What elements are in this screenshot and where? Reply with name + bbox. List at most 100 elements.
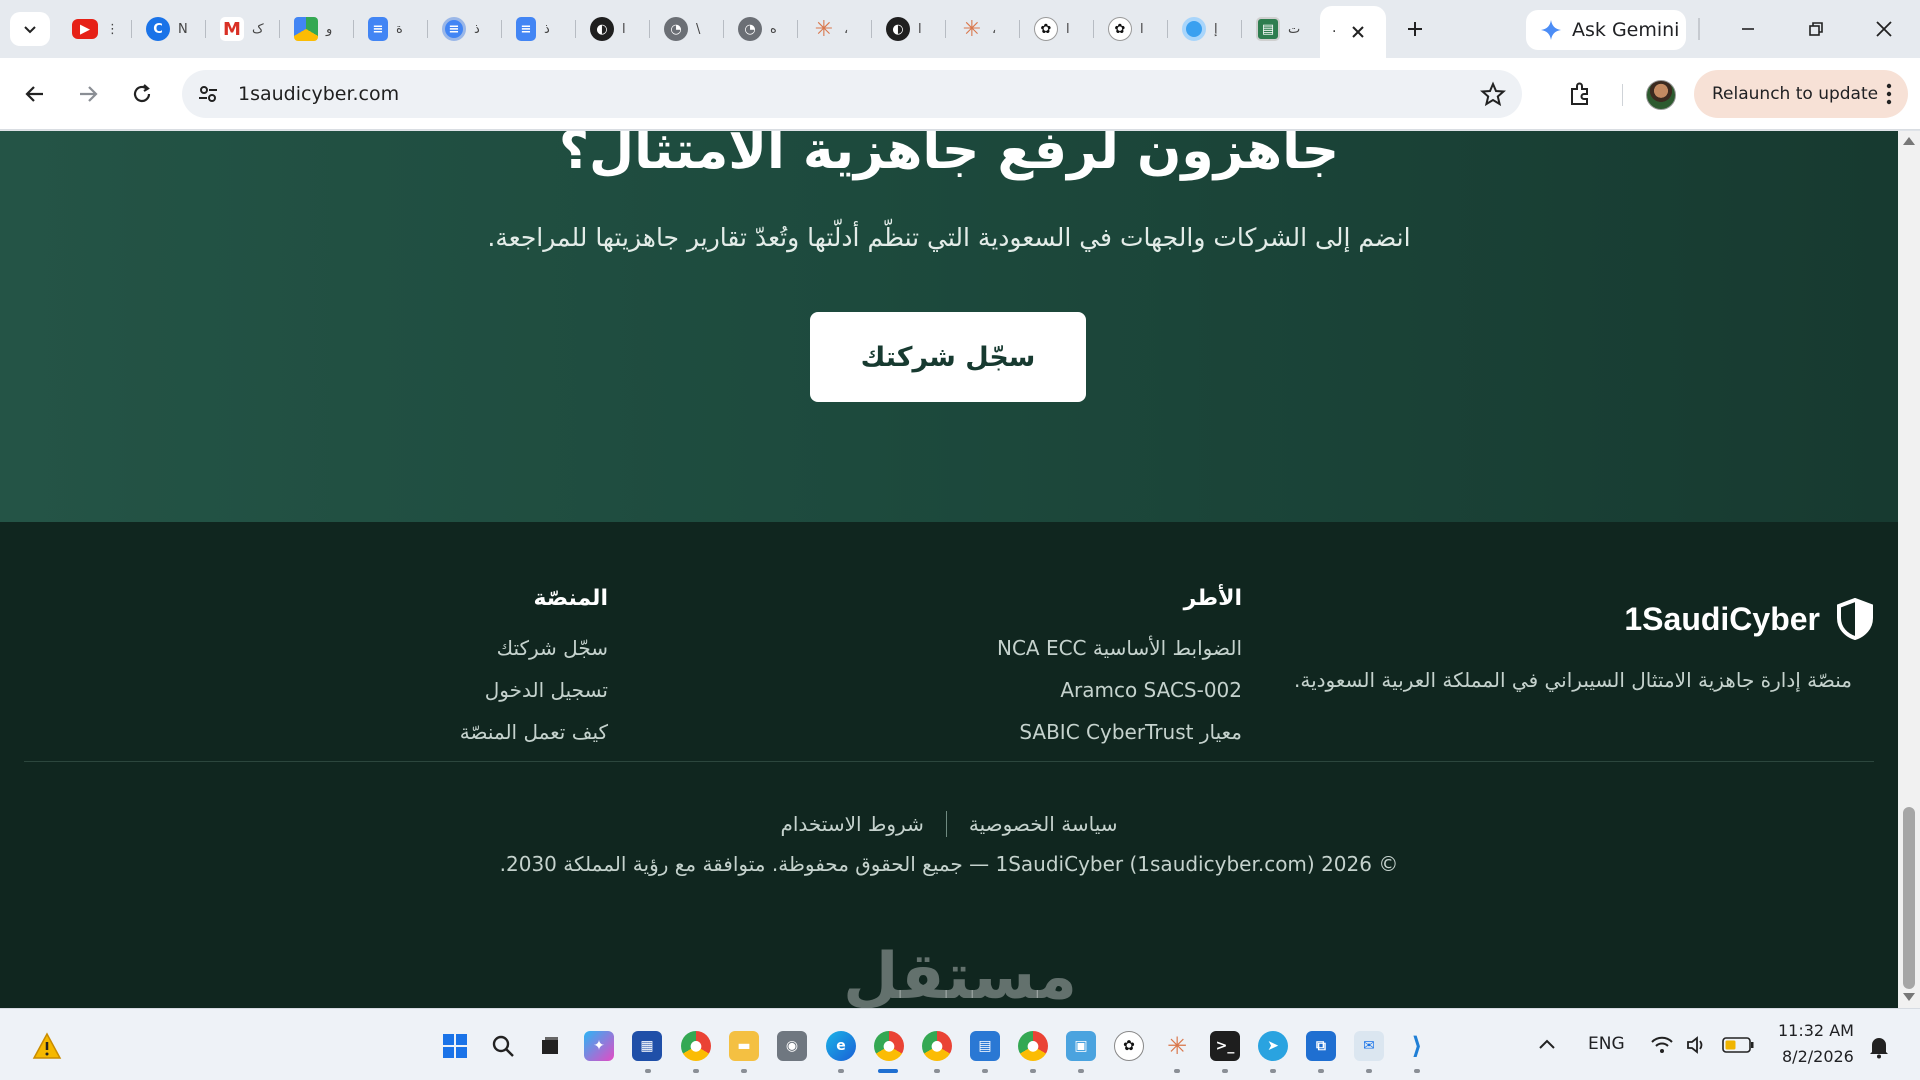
copilot-icon[interactable]: ✦: [584, 1031, 614, 1061]
tab-active-1saudicyber[interactable]: ·: [1320, 6, 1386, 58]
youtube-icon: ▶: [72, 19, 98, 39]
clock-date[interactable]: 8/2/2026: [1782, 1047, 1854, 1066]
mail-icon[interactable]: ✉: [1354, 1031, 1384, 1061]
google-docs-icon: ≡: [368, 17, 388, 41]
extensions-button[interactable]: [1562, 76, 1598, 112]
link-how-it-works[interactable]: كيف تعمل المنصّة: [460, 720, 608, 744]
link-aramco-sacs[interactable]: Aramco SACS-002: [1060, 678, 1242, 702]
new-tab-button[interactable]: [1398, 12, 1432, 46]
tab-title: ،: [992, 21, 997, 37]
tab-title: ا: [1140, 21, 1144, 37]
file-explorer-icon[interactable]: ▬: [729, 1031, 759, 1061]
tab-globe-1[interactable]: ◔ \: [654, 12, 724, 46]
profile-avatar[interactable]: [1646, 80, 1676, 110]
tab-title: ک: [252, 21, 264, 37]
notepad-icon[interactable]: ▤: [970, 1031, 1000, 1061]
weather-alert-icon[interactable]: [32, 1031, 62, 1061]
tab-youtube[interactable]: ▶ ⋮: [62, 12, 132, 46]
tab-claude-1[interactable]: ✳ ،: [802, 12, 872, 46]
link-sabic-cybertrust[interactable]: معيار SABIC CyberTrust: [1019, 720, 1242, 744]
terms-of-use-link[interactable]: شروط الاستخدام: [780, 812, 923, 836]
minimize-button[interactable]: [1726, 12, 1770, 46]
site-settings-icon[interactable]: [196, 82, 220, 106]
minimize-icon: [1742, 28, 1754, 30]
windows-start-icon[interactable]: [440, 1031, 470, 1061]
wifi-icon[interactable]: [1650, 1035, 1674, 1055]
tab-chatgpt-2[interactable]: ✿ ا: [1098, 12, 1168, 46]
tab-title: ذ: [474, 21, 480, 37]
footer-brand[interactable]: 1SaudiCyber: [1624, 598, 1874, 640]
windows-app-icon[interactable]: ⧉: [1306, 1031, 1336, 1061]
tab-title: ة: [396, 21, 403, 37]
scroll-down-arrow[interactable]: [1903, 993, 1915, 1001]
link-register-company[interactable]: سجّل شركتك: [497, 636, 608, 660]
chatgpt-icon: ✿: [1108, 17, 1132, 41]
tab-docs-1[interactable]: ≡ ة: [358, 12, 428, 46]
google-drive-icon: [294, 17, 318, 41]
privacy-policy-link[interactable]: سياسة الخصوصية: [969, 812, 1118, 836]
tab-github-2[interactable]: ◐ ا: [876, 12, 946, 46]
close-window-button[interactable]: [1862, 12, 1906, 46]
telegram-icon[interactable]: ➤: [1258, 1031, 1288, 1061]
vscode-icon[interactable]: ⟩: [1402, 1031, 1432, 1061]
back-button[interactable]: [17, 76, 53, 112]
chrome-profile-icon[interactable]: ●: [1018, 1031, 1048, 1061]
globe-icon: ◔: [738, 17, 762, 41]
task-view-icon[interactable]: [535, 1031, 565, 1061]
url-text[interactable]: 1saudicyber.com: [238, 83, 399, 105]
chrome-icon[interactable]: ●: [681, 1031, 711, 1061]
claude-icon[interactable]: ✳: [1162, 1031, 1192, 1061]
footer-tagline: منصّة إدارة جاهزية الامتثال السيبراني في…: [1294, 668, 1852, 692]
tab-drive[interactable]: و: [284, 12, 354, 46]
tab-chatgpt-1[interactable]: ✿ ا: [1024, 12, 1094, 46]
more-vert-icon[interactable]: [1886, 82, 1892, 106]
bookmark-star-icon[interactable]: [1480, 81, 1506, 107]
register-company-button[interactable]: سجّل شركتك: [810, 312, 1086, 402]
tab-globe-2[interactable]: ◔ ه: [728, 12, 798, 46]
tab-docs-3[interactable]: ≡ ذ: [506, 12, 576, 46]
tab-docs-2[interactable]: ≡ ذ: [432, 12, 502, 46]
input-language[interactable]: ENG: [1588, 1034, 1625, 1054]
footer-divider: [24, 761, 1874, 762]
reload-button[interactable]: [124, 76, 160, 112]
tab-github-1[interactable]: ◐ ا: [580, 12, 650, 46]
scrollbar-thumb[interactable]: [1903, 807, 1915, 989]
clock-time[interactable]: 11:32 AM: [1778, 1021, 1854, 1040]
github-icon: ◐: [886, 17, 910, 41]
chrome-profile-icon[interactable]: ●: [874, 1031, 904, 1061]
ask-gemini-button[interactable]: Ask Gemini: [1526, 10, 1686, 50]
scroll-up-arrow[interactable]: [1903, 137, 1915, 145]
remote-desktop-icon[interactable]: ▣: [1066, 1031, 1096, 1061]
chrome-profile-icon[interactable]: ●: [922, 1031, 952, 1061]
chatgpt-icon[interactable]: ✿: [1114, 1031, 1144, 1061]
copyright-text: © 2026 1SaudiCyber (1saudicyber.com) — ج…: [499, 852, 1399, 876]
close-icon[interactable]: [1350, 24, 1366, 40]
page-scrollbar[interactable]: [1898, 131, 1920, 1008]
link-nca-ecc[interactable]: الضوابط الأساسية NCA ECC: [997, 636, 1242, 660]
address-bar[interactable]: 1saudicyber.com: [182, 70, 1522, 118]
relaunch-to-update-button[interactable]: Relaunch to update: [1694, 70, 1908, 118]
restore-button[interactable]: [1794, 12, 1838, 46]
battery-icon[interactable]: [1722, 1037, 1754, 1053]
tab-board[interactable]: ▤ ت: [1246, 12, 1316, 46]
gemini-sparkle-icon: [1541, 20, 1561, 40]
link-login[interactable]: تسجيل الدخول: [485, 678, 608, 702]
chevron-up-icon[interactable]: [1538, 1037, 1556, 1051]
c-logo-icon: C: [146, 17, 170, 41]
tab-claude-2[interactable]: ✳ ،: [950, 12, 1020, 46]
edge-icon[interactable]: e: [826, 1031, 856, 1061]
tab-c-app[interactable]: C N: [136, 12, 206, 46]
camera-icon[interactable]: ◉: [777, 1031, 807, 1061]
puzzle-icon: [1571, 82, 1588, 105]
arrow-right-icon: [80, 86, 98, 102]
store-icon[interactable]: ▦: [632, 1031, 662, 1061]
notification-bell-icon[interactable]: [1868, 1035, 1890, 1059]
chatgpt-icon: ✿: [1034, 17, 1058, 41]
search-icon[interactable]: [488, 1031, 518, 1061]
tab-circle-app[interactable]: إ: [1172, 12, 1242, 46]
tab-gmail[interactable]: M ک: [210, 12, 280, 46]
volume-icon[interactable]: [1686, 1035, 1708, 1055]
terminal-icon[interactable]: >_: [1210, 1031, 1240, 1061]
tab-search-button[interactable]: [10, 12, 50, 46]
forward-button[interactable]: [70, 76, 106, 112]
